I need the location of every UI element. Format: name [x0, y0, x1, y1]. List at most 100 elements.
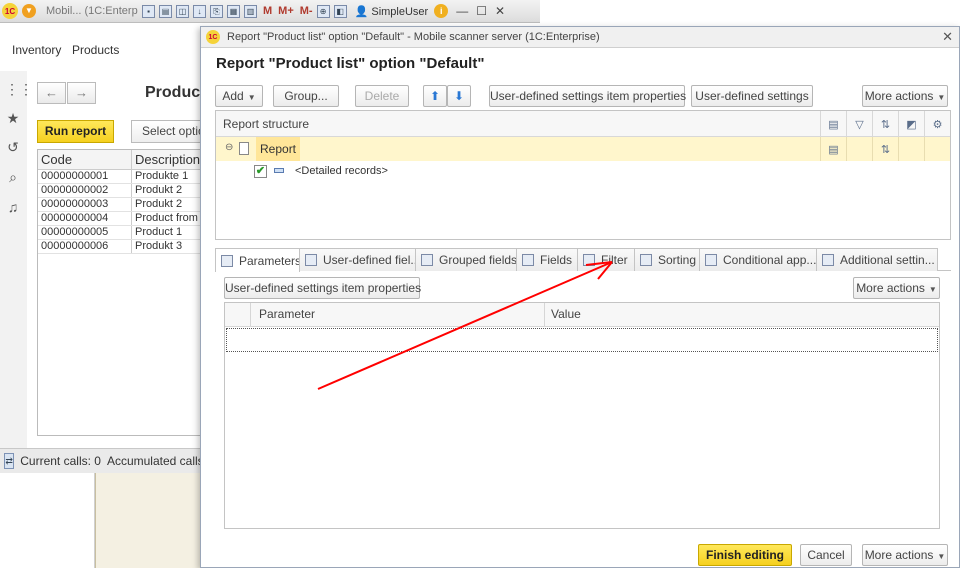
dialog-window-title: Report "Product list" option "Default" -…: [227, 31, 600, 43]
copy-icon[interactable]: ⎘: [210, 4, 223, 18]
history-icon[interactable]: ↺: [5, 139, 21, 155]
document-icon: [239, 142, 249, 155]
tab-additional-settings[interactable]: Additional settin...: [816, 248, 938, 271]
column-value[interactable]: Value: [545, 303, 939, 326]
filter-cell[interactable]: [846, 137, 872, 161]
tab-conditional-appearance[interactable]: Conditional app...: [699, 248, 817, 271]
column-parameter[interactable]: Parameter: [251, 303, 545, 326]
status-bar: ⇄ Current calls: 0 Accumulated calls:: [0, 448, 207, 473]
select-option-button[interactable]: Select option: [131, 120, 211, 143]
additional-cell[interactable]: [924, 137, 950, 161]
close-icon[interactable]: ✕: [495, 4, 505, 18]
tab-user-defined-fields[interactable]: User-defined fiel...: [299, 248, 416, 271]
main-menu-icon[interactable]: ▼: [22, 4, 36, 18]
detailed-records-icon: [274, 168, 284, 173]
table-row[interactable]: 00000000006 Produkt 3: [38, 240, 211, 254]
panels-icon[interactable]: ◧: [333, 4, 347, 18]
report-settings-dialog: 1С Report "Product list" option "Default…: [200, 26, 960, 568]
add-button[interactable]: Add ▼: [215, 85, 263, 107]
tab-sorting[interactable]: Sorting: [634, 248, 700, 271]
structure-report-label: Report: [256, 137, 301, 161]
search-icon[interactable]: ⌕: [5, 169, 21, 185]
group-button[interactable]: Group...: [273, 85, 339, 107]
sorting-tab-icon: [640, 254, 652, 266]
sidebar: ⋮⋮ ★ ↺ ⌕ ♫: [0, 71, 33, 448]
user-defined-settings-button[interactable]: User-defined settings: [691, 85, 813, 107]
table-row[interactable]: 00000000002 Produkt 2: [38, 184, 211, 198]
memory-m-button[interactable]: M: [263, 5, 272, 17]
structure-row-report[interactable]: ⊖ Report ▤ ⇅: [216, 137, 950, 161]
user-name[interactable]: 👤 SimpleUser: [355, 5, 429, 18]
grid-menu-icon[interactable]: ⋮⋮: [5, 81, 33, 97]
page-title: Product: [145, 84, 206, 101]
tab-grouped-fields[interactable]: Grouped fields: [415, 248, 517, 271]
conditional-column-icon[interactable]: ◩: [898, 111, 924, 137]
user-icon: 👤: [354, 5, 369, 18]
chevron-down-icon: ▼: [937, 552, 946, 561]
print-icon[interactable]: ▤: [159, 4, 172, 18]
structure-row-columns: ▤ ⇅: [820, 137, 950, 161]
parameters-empty-row[interactable]: [226, 328, 938, 352]
minimize-icon[interactable]: —: [456, 4, 468, 18]
column-code[interactable]: Code: [38, 150, 132, 169]
current-calls: Current calls: 0: [20, 454, 101, 468]
table-row[interactable]: 00000000005 Product 1: [38, 226, 211, 240]
move-up-button[interactable]: ⬆: [423, 85, 447, 107]
memory-mminus-button[interactable]: M-: [300, 5, 313, 17]
sort-column-icon[interactable]: ⇅: [872, 111, 898, 137]
finish-editing-button[interactable]: Finish editing: [698, 544, 792, 566]
nav-products[interactable]: Products: [72, 43, 119, 57]
run-report-button[interactable]: Run report: [37, 120, 114, 143]
memory-mplus-button[interactable]: M+: [278, 5, 294, 17]
more-actions-button[interactable]: More actions ▼: [862, 85, 948, 107]
server-calls-icon[interactable]: ⇄: [4, 453, 15, 469]
grouped-fields-tab-icon: [421, 254, 433, 266]
delete-button[interactable]: Delete: [355, 85, 409, 107]
product-table: Code Description 00000000001 Produkte 1 0…: [37, 149, 212, 436]
filter-column-icon[interactable]: ▽: [846, 111, 872, 137]
1c-logo-icon: 1С: [206, 30, 220, 44]
structure-header: Report structure ▤ ▽ ⇅ ◩ ⚙: [216, 111, 950, 137]
chevron-down-icon: ▼: [928, 285, 937, 294]
favorites-star-icon[interactable]: ★: [5, 110, 21, 126]
additional-column-icon[interactable]: ⚙: [924, 111, 950, 137]
zoom-icon[interactable]: ⊕: [316, 4, 330, 18]
filter-tab-icon: [583, 254, 595, 266]
nav-inventory[interactable]: Inventory: [12, 43, 61, 57]
table-row[interactable]: 00000000004 Product from s: [38, 212, 211, 226]
collapse-icon[interactable]: ⊖: [225, 142, 233, 153]
back-button[interactable]: ←: [37, 82, 66, 104]
calendar-icon[interactable]: ▥: [244, 4, 257, 18]
param-more-actions-button[interactable]: More actions ▼: [853, 277, 940, 299]
item-properties-button[interactable]: User-defined settings item properties: [489, 85, 686, 107]
table-row[interactable]: 00000000001 Produkte 1: [38, 170, 211, 184]
conditional-cell[interactable]: [898, 137, 924, 161]
parameters-tab-icon: [221, 254, 233, 267]
structure-row-detailed[interactable]: ✔ <Detailed records>: [216, 161, 950, 183]
checkbox-column-header: [225, 303, 251, 326]
groupings-column-icon[interactable]: ▤: [820, 111, 846, 137]
param-item-properties-button[interactable]: User-defined settings item properties: [224, 277, 421, 299]
notifications-bell-icon[interactable]: ♫: [5, 199, 21, 215]
move-down-button[interactable]: ⬇: [447, 85, 471, 107]
tab-fields[interactable]: Fields: [516, 248, 578, 271]
dialog-heading: Report "Product list" option "Default": [216, 55, 485, 72]
table-row[interactable]: 00000000003 Produkt 2: [38, 198, 211, 212]
footer-more-actions-button[interactable]: More actions ▼: [862, 544, 948, 566]
detailed-records-checkbox[interactable]: ✔: [254, 165, 267, 178]
tab-filter[interactable]: Filter: [577, 248, 635, 271]
fields-list-tab-icon: [522, 254, 534, 266]
tab-parameters[interactable]: Parameters: [215, 248, 300, 272]
cancel-button[interactable]: Cancel: [800, 544, 852, 566]
calc-icon[interactable]: ▦: [227, 4, 240, 18]
dialog-close-icon[interactable]: ✕: [942, 29, 953, 45]
groupings-cell-icon[interactable]: ▤: [820, 137, 846, 161]
table-header: Code Description: [38, 150, 211, 170]
sort-cell-icon[interactable]: ⇅: [872, 137, 898, 161]
forward-button[interactable]: →: [67, 82, 96, 104]
save-icon[interactable]: ▪: [142, 4, 155, 18]
info-icon[interactable]: i: [434, 4, 449, 18]
preview-icon[interactable]: ◫: [176, 4, 189, 18]
download-icon[interactable]: ↓: [193, 4, 206, 18]
maximize-icon[interactable]: ☐: [476, 4, 487, 18]
